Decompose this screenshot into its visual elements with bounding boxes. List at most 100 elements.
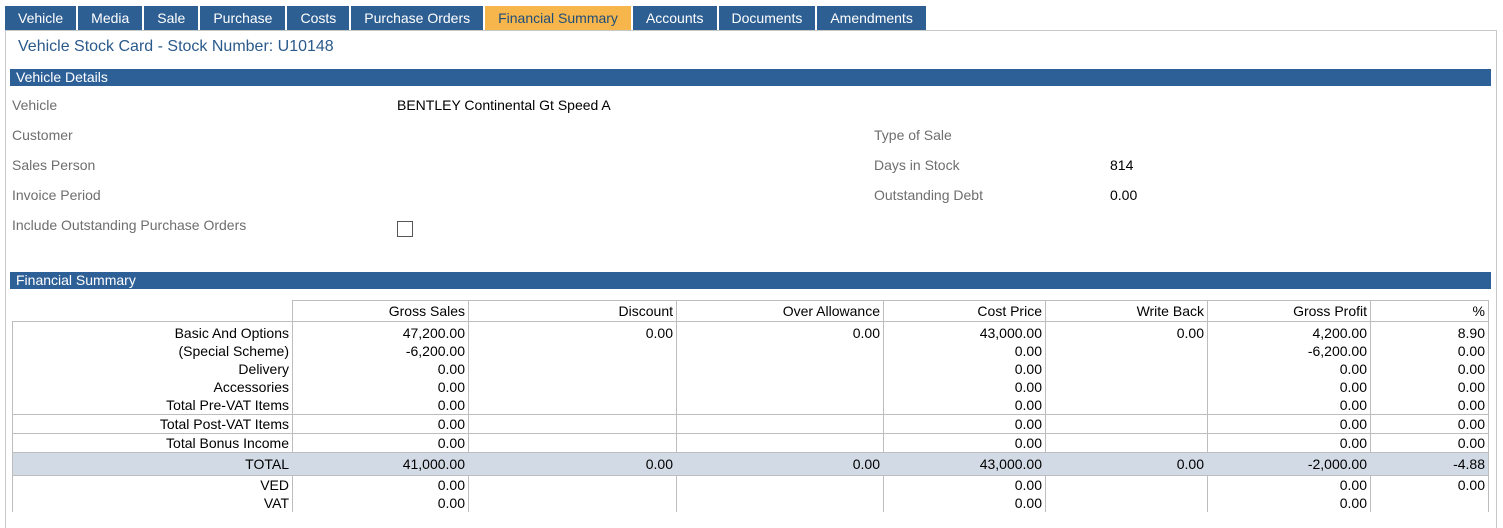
- table-cell: 0.00: [1207, 396, 1371, 415]
- table-cell: 0.00: [883, 414, 1046, 434]
- table-cell: 0.00: [1370, 396, 1489, 415]
- table-cell: 0.00: [292, 494, 469, 512]
- row-label: Total Pre-VAT Items: [12, 396, 293, 415]
- outstanding-debt-value: 0.00: [1110, 187, 1138, 203]
- table-row: Total Post-VAT Items 0.00 0.00 0.00 0.00: [12, 414, 1489, 434]
- table-cell: 0.00: [292, 433, 469, 453]
- row-label: Basic And Options: [12, 321, 293, 342]
- table-cell: 0.00: [1370, 475, 1489, 494]
- table-cell: [676, 494, 884, 512]
- table-cell: 0.00: [883, 433, 1046, 453]
- table-cell: 0.00: [1045, 321, 1208, 342]
- table-cell: 0.00: [1045, 452, 1208, 476]
- tab-purchase-orders[interactable]: Purchase Orders: [351, 6, 484, 30]
- tab-bar: Vehicle Media Sale Purchase Costs Purcha…: [5, 6, 928, 30]
- table-cell: 0.00: [883, 378, 1046, 396]
- table-cell: [676, 360, 884, 378]
- header-blank: [12, 300, 293, 322]
- table-cell: [468, 494, 677, 512]
- table-cell: [468, 360, 677, 378]
- tab-vehicle[interactable]: Vehicle: [5, 6, 77, 30]
- table-cell: -4.88: [1370, 452, 1489, 476]
- table-body: Basic And Options 47,200.00 0.00 0.00 43,000…: [12, 321, 1489, 512]
- table-cell: -2,000.00: [1207, 452, 1371, 476]
- table-cell: 0.00: [883, 475, 1046, 494]
- table-row: Total Bonus Income 0.00 0.00 0.00 0.00: [12, 433, 1489, 453]
- tab-media[interactable]: Media: [78, 6, 143, 30]
- sales-person-label: Sales Person: [12, 157, 96, 173]
- table-cell: 41,000.00: [292, 452, 469, 476]
- table-cell: [1045, 360, 1208, 378]
- table-cell: [676, 378, 884, 396]
- table-row: VAT 0.00 0.00 0.00: [12, 494, 1489, 512]
- financial-summary-table: Gross Sales Discount Over Allowance Cost…: [12, 300, 1489, 512]
- table-cell: 0.00: [292, 360, 469, 378]
- table-row: Total Pre-VAT Items 0.00 0.00 0.00 0.00: [12, 396, 1489, 415]
- table-cell: 43,000.00: [883, 452, 1046, 476]
- tab-costs[interactable]: Costs: [287, 6, 350, 30]
- table-cell: [468, 475, 677, 494]
- table-cell: [468, 396, 677, 415]
- table-cell: 0.00: [1370, 378, 1489, 396]
- table-cell: [468, 342, 677, 360]
- table-cell: 0.00: [292, 414, 469, 434]
- row-label: Total Bonus Income: [12, 433, 293, 453]
- vehicle-value: BENTLEY Continental Gt Speed A: [397, 97, 611, 113]
- include-po-checkbox[interactable]: [397, 221, 413, 237]
- table-cell: 8.90: [1370, 321, 1489, 342]
- row-label: (Special Scheme): [12, 342, 293, 360]
- table-cell: [1045, 396, 1208, 415]
- tab-accounts[interactable]: Accounts: [632, 6, 717, 30]
- table-cell: 0.00: [1207, 414, 1371, 434]
- tab-purchase[interactable]: Purchase: [200, 6, 286, 30]
- customer-label: Customer: [12, 127, 73, 143]
- table-row: Accessories 0.00 0.00 0.00 0.00: [12, 378, 1489, 396]
- table-cell: 0.00: [1207, 475, 1371, 494]
- table-cell: [468, 378, 677, 396]
- table-cell: 0.00: [468, 321, 677, 342]
- table-cell: 0.00: [292, 475, 469, 494]
- table-cell: [1045, 475, 1208, 494]
- table-cell: 0.00: [1207, 494, 1371, 512]
- table-cell: [1370, 494, 1489, 512]
- table-cell: [676, 475, 884, 494]
- tab-sale[interactable]: Sale: [144, 6, 199, 30]
- table-cell: -6,200.00: [1207, 342, 1371, 360]
- table-cell: 0.00: [1370, 414, 1489, 434]
- table-cell: [676, 396, 884, 415]
- vehicle-details-header: Vehicle Details: [10, 69, 1491, 86]
- tab-financial-summary[interactable]: Financial Summary: [485, 6, 631, 30]
- table-cell: 0.00: [676, 321, 884, 342]
- row-label: Delivery: [12, 360, 293, 378]
- tab-amendments[interactable]: Amendments: [817, 6, 926, 30]
- table-row: Basic And Options 47,200.00 0.00 0.00 43,000…: [12, 321, 1489, 342]
- include-po-label: Include Outstanding Purchase Orders: [12, 217, 247, 233]
- col-header-gross-profit: Gross Profit: [1207, 300, 1371, 322]
- table-cell: [1045, 414, 1208, 434]
- tab-documents[interactable]: Documents: [718, 6, 816, 30]
- col-header-percent: %: [1370, 300, 1489, 322]
- table-cell: 0.00: [883, 494, 1046, 512]
- table-row: Delivery 0.00 0.00 0.00 0.00: [12, 360, 1489, 378]
- row-label: Accessories: [12, 378, 293, 396]
- vehicle-label: Vehicle: [12, 97, 58, 113]
- table-cell: 0.00: [468, 452, 677, 476]
- table-cell: 0.00: [883, 342, 1046, 360]
- table-cell: 0.00: [1370, 360, 1489, 378]
- table-cell: [1045, 494, 1208, 512]
- outstanding-debt-label: Outstanding Debt: [874, 187, 983, 203]
- table-cell: 0.00: [676, 452, 884, 476]
- table-row: VED 0.00 0.00 0.00 0.00: [12, 475, 1489, 494]
- table-cell: 43,000.00: [883, 321, 1046, 342]
- table-row: TOTAL 41,000.00 0.00 0.00 43,000.00 0.00 -2,00…: [12, 452, 1489, 476]
- table-cell: 0.00: [292, 378, 469, 396]
- col-header-write-back: Write Back: [1045, 300, 1208, 322]
- table-cell: 0.00: [883, 396, 1046, 415]
- table-cell: [676, 342, 884, 360]
- col-header-discount: Discount: [468, 300, 677, 322]
- row-label: VAT: [12, 494, 293, 512]
- table-cell: [1045, 378, 1208, 396]
- days-in-stock-value: 814: [1110, 157, 1134, 173]
- table-cell: 0.00: [1207, 433, 1371, 453]
- table-cell: 4,200.00: [1207, 321, 1371, 342]
